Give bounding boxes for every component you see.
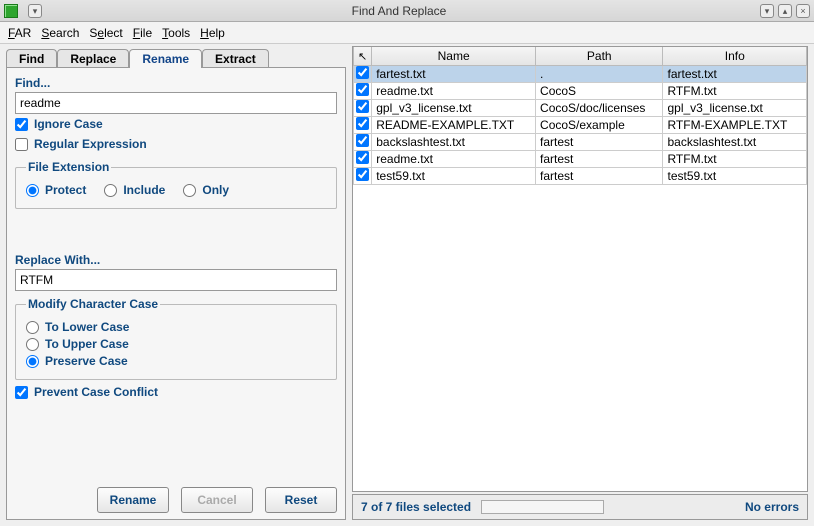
cell-name: test59.txt bbox=[372, 168, 536, 185]
close-button[interactable]: × bbox=[796, 4, 810, 18]
menu-far[interactable]: FAR bbox=[8, 26, 31, 40]
cell-path: fartest bbox=[536, 151, 663, 168]
menubar: FAR Search Select File Tools Help bbox=[0, 22, 814, 44]
column-header-path[interactable]: Path bbox=[536, 47, 663, 66]
cell-info: RTFM.txt bbox=[663, 83, 807, 100]
table-row[interactable]: readme.txtfartestRTFM.txt bbox=[354, 151, 807, 168]
menu-tools[interactable]: Tools bbox=[162, 26, 190, 40]
row-checkbox-cell[interactable] bbox=[354, 83, 372, 100]
row-checkbox-cell[interactable] bbox=[354, 151, 372, 168]
menu-search[interactable]: Search bbox=[41, 26, 79, 40]
modify-case-group: Modify Character Case To Lower Case To Up… bbox=[15, 297, 337, 380]
cell-info: RTFM.txt bbox=[663, 151, 807, 168]
cell-info: fartest.txt bbox=[663, 66, 807, 83]
column-header-info[interactable]: Info bbox=[663, 47, 807, 66]
cell-path: fartest bbox=[536, 134, 663, 151]
row-checkbox-cell[interactable] bbox=[354, 66, 372, 83]
row-checkbox-cell[interactable] bbox=[354, 168, 372, 185]
minimize-button[interactable]: ▾ bbox=[760, 4, 774, 18]
prevent-case-conflict-checkbox[interactable]: Prevent Case Conflict bbox=[15, 385, 337, 399]
cell-path: . bbox=[536, 66, 663, 83]
file-ext-radio-only[interactable]: Only bbox=[183, 183, 229, 197]
maximize-button[interactable]: ▴ bbox=[778, 4, 792, 18]
tab-body-rename: Find... Ignore Case Regular Expression F… bbox=[6, 67, 346, 520]
cell-path: CocoS/doc/licenses bbox=[536, 100, 663, 117]
cell-name: backslashtest.txt bbox=[372, 134, 536, 151]
file-table: ↖ Name Path Info fartest.txt.fartest.txt… bbox=[353, 47, 807, 185]
app-icon bbox=[4, 4, 18, 18]
cell-info: backslashtest.txt bbox=[663, 134, 807, 151]
file-table-wrap: ↖ Name Path Info fartest.txt.fartest.txt… bbox=[352, 46, 808, 492]
row-checkbox-cell[interactable] bbox=[354, 134, 372, 151]
file-extension-legend: File Extension bbox=[26, 160, 111, 174]
right-pane: ↖ Name Path Info fartest.txt.fartest.txt… bbox=[352, 46, 808, 520]
regex-checkbox[interactable]: Regular Expression bbox=[15, 137, 337, 151]
progress-bar bbox=[481, 500, 604, 514]
rename-button[interactable]: Rename bbox=[97, 487, 169, 513]
cell-name: README-EXAMPLE.TXT bbox=[372, 117, 536, 134]
cancel-button[interactable]: Cancel bbox=[181, 487, 253, 513]
find-input[interactable] bbox=[15, 92, 337, 114]
file-ext-radio-include[interactable]: Include bbox=[104, 183, 165, 197]
cell-info: test59.txt bbox=[663, 168, 807, 185]
menu-help[interactable]: Help bbox=[200, 26, 225, 40]
tab-extract[interactable]: Extract bbox=[202, 49, 269, 68]
char-case-radio-preserve-case[interactable]: Preserve Case bbox=[26, 354, 326, 368]
left-pane: FindReplaceRenameExtract Find... Ignore … bbox=[6, 46, 346, 520]
column-header-name[interactable]: Name bbox=[372, 47, 536, 66]
table-row[interactable]: README-EXAMPLE.TXTCocoS/exampleRTFM-EXAM… bbox=[354, 117, 807, 134]
reset-button[interactable]: Reset bbox=[265, 487, 337, 513]
char-case-radio-to-lower-case[interactable]: To Lower Case bbox=[26, 320, 326, 334]
status-bar: 7 of 7 files selected No errors bbox=[352, 494, 808, 520]
menu-dropdown-icon[interactable]: ▾ bbox=[28, 4, 42, 18]
regex-label: Regular Expression bbox=[34, 137, 147, 151]
cell-info: gpl_v3_license.txt bbox=[663, 100, 807, 117]
replace-with-label: Replace With... bbox=[15, 253, 337, 267]
tab-find[interactable]: Find bbox=[6, 49, 57, 68]
replace-with-input[interactable] bbox=[15, 269, 337, 291]
cell-path: fartest bbox=[536, 168, 663, 185]
ignore-case-checkbox[interactable]: Ignore Case bbox=[15, 117, 337, 131]
cell-name: gpl_v3_license.txt bbox=[372, 100, 536, 117]
table-row[interactable]: gpl_v3_license.txtCocoS/doc/licensesgpl_… bbox=[354, 100, 807, 117]
find-label: Find... bbox=[15, 76, 337, 90]
file-extension-group: File Extension Protect Include Only bbox=[15, 160, 337, 209]
cell-name: fartest.txt bbox=[372, 66, 536, 83]
table-row[interactable]: test59.txtfartesttest59.txt bbox=[354, 168, 807, 185]
window-title: Find And Replace bbox=[42, 4, 756, 18]
cell-path: CocoS/example bbox=[536, 117, 663, 134]
table-corner-icon[interactable]: ↖ bbox=[354, 47, 372, 66]
table-row[interactable]: readme.txtCocoSRTFM.txt bbox=[354, 83, 807, 100]
table-row[interactable]: backslashtest.txtfartestbackslashtest.tx… bbox=[354, 134, 807, 151]
button-row: Rename Cancel Reset bbox=[15, 487, 337, 513]
cell-path: CocoS bbox=[536, 83, 663, 100]
cell-info: RTFM-EXAMPLE.TXT bbox=[663, 117, 807, 134]
status-errors: No errors bbox=[745, 500, 799, 514]
file-ext-radio-protect[interactable]: Protect bbox=[26, 183, 86, 197]
ignore-case-label: Ignore Case bbox=[34, 117, 103, 131]
prevent-case-conflict-label: Prevent Case Conflict bbox=[34, 385, 158, 399]
menu-select[interactable]: Select bbox=[89, 26, 122, 40]
titlebar: ▾ Find And Replace ▾ ▴ × bbox=[0, 0, 814, 22]
cell-name: readme.txt bbox=[372, 151, 536, 168]
tabs: FindReplaceRenameExtract bbox=[6, 46, 346, 68]
tab-rename[interactable]: Rename bbox=[129, 49, 202, 68]
modify-case-legend: Modify Character Case bbox=[26, 297, 160, 311]
tab-replace[interactable]: Replace bbox=[57, 49, 129, 68]
row-checkbox-cell[interactable] bbox=[354, 100, 372, 117]
status-selection: 7 of 7 files selected bbox=[361, 500, 471, 514]
char-case-radio-to-upper-case[interactable]: To Upper Case bbox=[26, 337, 326, 351]
cell-name: readme.txt bbox=[372, 83, 536, 100]
table-row[interactable]: fartest.txt.fartest.txt bbox=[354, 66, 807, 83]
menu-file[interactable]: File bbox=[133, 26, 152, 40]
row-checkbox-cell[interactable] bbox=[354, 117, 372, 134]
